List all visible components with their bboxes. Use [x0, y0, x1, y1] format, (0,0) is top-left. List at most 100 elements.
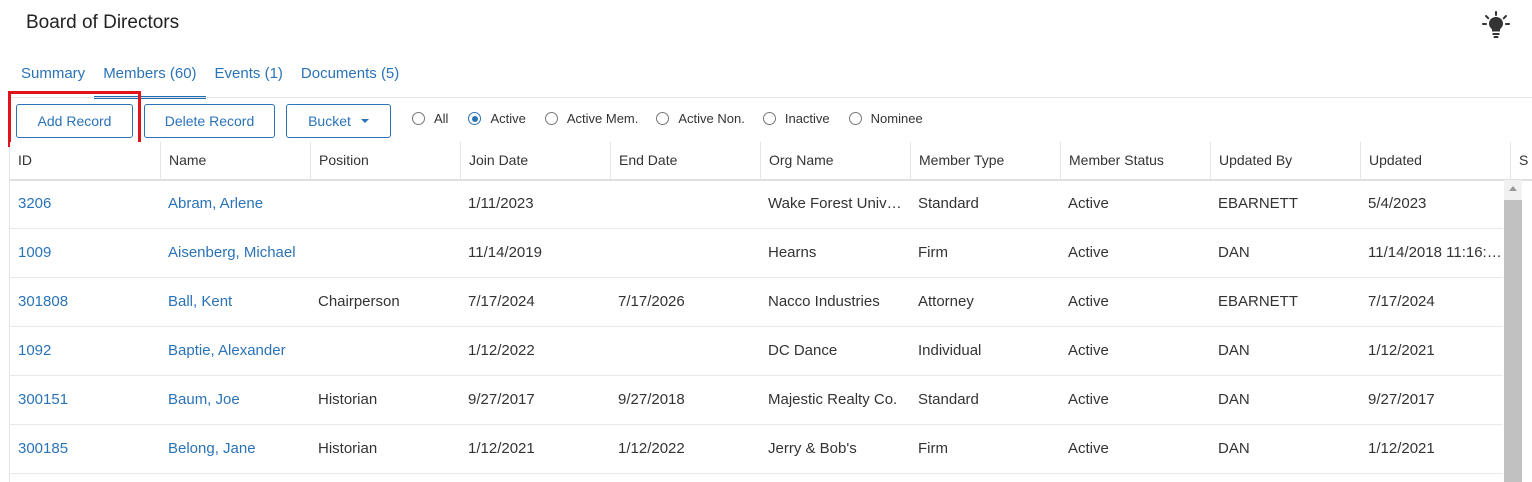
table-row[interactable]: 3206 Abram, Arlene 1/11/2023 Wake Forest… — [10, 180, 1503, 229]
filter-active-label: Active — [490, 111, 526, 126]
table-row[interactable]: 1092 Baptie, Alexander 1/12/2022 DC Danc… — [10, 327, 1503, 376]
filter-inactive-label: Inactive — [784, 111, 830, 126]
radio-circle — [656, 112, 670, 125]
radio-circle — [544, 112, 558, 125]
column-header-id[interactable]: ID — [10, 142, 160, 179]
cell-org-name: Jerry & Bob's — [768, 440, 857, 457]
cell-end-date — [610, 180, 760, 228]
cell-end-date: 9/27/2018 — [618, 391, 685, 408]
cell-org-name: DC Dance — [768, 342, 838, 359]
cell-member-status: Active — [1068, 293, 1109, 310]
scroll-up-arrow-icon[interactable] — [1509, 186, 1517, 191]
cell-updated-by: EBARNETT — [1218, 293, 1299, 310]
column-header-updated-by[interactable]: Updated By — [1210, 142, 1360, 179]
radio-circle — [848, 112, 862, 125]
radio-circle — [412, 112, 425, 125]
cell-join-date: 11/14/2019 — [468, 244, 542, 261]
cell-end-date: 1/12/2022 — [618, 440, 685, 457]
cell-updated: 11/14/2018 11:16:00 AM — [1368, 244, 1510, 261]
cell-id-link[interactable]: 3206 — [10, 180, 160, 228]
cell-updated: 1/12/2021 — [1368, 342, 1435, 359]
cell-member-type: Firm — [918, 440, 948, 457]
cell-end-date — [610, 327, 760, 375]
tab-members[interactable]: Members (60) — [94, 62, 206, 99]
column-header-end-date[interactable]: End Date — [610, 142, 760, 179]
filter-active-non-label: Active Non. — [678, 111, 745, 126]
delete-record-button[interactable]: Delete Record — [144, 104, 275, 138]
filter-nominee-radio[interactable]: Nominee — [848, 111, 923, 126]
cell-end-date — [610, 229, 760, 277]
cell-name-link[interactable]: Ball, Kent — [160, 278, 310, 326]
filter-active-mem-radio[interactable]: Active Mem. — [544, 111, 638, 126]
cell-position — [310, 180, 460, 228]
cell-member-status: Active — [1068, 440, 1109, 457]
filter-nominee-label: Nominee — [870, 111, 923, 126]
cell-member-status: Active — [1068, 391, 1109, 408]
filter-active-non-radio[interactable]: Active Non. — [656, 111, 745, 126]
cell-name-link[interactable]: Baptie, Alexander — [160, 327, 310, 375]
cell-updated: 9/27/2017 — [1368, 391, 1435, 408]
tab-events[interactable]: Events (1) — [206, 62, 292, 99]
cell-updated: 7/17/2024 — [1368, 293, 1435, 310]
cell-id-link[interactable]: 1092 — [10, 327, 160, 375]
toolbar: Add Record Delete Record Bucket — [16, 104, 402, 138]
cell-join-date: 1/12/2021 — [468, 440, 535, 457]
radio-circle — [762, 112, 776, 125]
tab-documents[interactable]: Documents (5) — [292, 62, 408, 99]
table-header: ID Name Position Join Date End Date Org … — [10, 142, 1532, 181]
vertical-scrollbar[interactable] — [1504, 180, 1522, 482]
table-row[interactable]: 300151 Baum, Joe Historian 9/27/2017 9/2… — [10, 376, 1503, 425]
cell-position: Chairperson — [318, 293, 400, 310]
status-filter-group: All Active Active Mem. Active Non. Inact… — [412, 111, 923, 126]
add-record-button[interactable]: Add Record — [16, 104, 133, 138]
cell-id-link[interactable]: 1009 — [10, 229, 160, 277]
table-row[interactable]: 300185 Belong, Jane Historian 1/12/2021 … — [10, 425, 1503, 474]
tabs-divider — [10, 97, 1532, 98]
cell-name-link[interactable]: Aisenberg, Michael — [160, 229, 310, 277]
table-row[interactable]: 301808 Ball, Kent Chairperson 7/17/2024 … — [10, 278, 1503, 327]
column-header-name[interactable]: Name — [160, 142, 310, 179]
filter-all-radio[interactable]: All — [412, 111, 448, 126]
cell-updated: 1/12/2021 — [1368, 440, 1435, 457]
column-header-member-status[interactable]: Member Status — [1060, 142, 1210, 179]
cell-name-link[interactable]: Belong, Jane — [160, 425, 310, 473]
column-header-updated[interactable]: Updated — [1360, 142, 1510, 179]
radio-circle — [468, 112, 482, 125]
cell-member-type: Standard — [918, 195, 979, 212]
cell-updated-by: EBARNETT — [1218, 195, 1299, 212]
bucket-label: Bucket — [308, 113, 351, 129]
cell-updated-by: DAN — [1218, 244, 1250, 261]
cell-id-link[interactable]: 300151 — [10, 376, 160, 424]
cell-id-link[interactable]: 301808 — [10, 278, 160, 326]
caret-down-icon — [360, 119, 369, 123]
cell-name-link[interactable]: Baum, Joe — [160, 376, 310, 424]
cell-join-date: 1/11/2023 — [468, 195, 534, 212]
cell-position: Historian — [318, 391, 378, 408]
column-header-org-name[interactable]: Org Name — [760, 142, 910, 179]
filter-inactive-radio[interactable]: Inactive — [762, 111, 830, 126]
cell-updated-by: DAN — [1218, 342, 1250, 359]
cell-updated-by: DAN — [1218, 391, 1250, 408]
cell-position — [310, 327, 460, 375]
bucket-dropdown-button[interactable]: Bucket — [286, 104, 391, 138]
cell-org-name: Nacco Industries — [768, 293, 880, 310]
cell-id-link[interactable]: 300185 — [10, 425, 160, 473]
scrollbar-thumb[interactable] — [1504, 200, 1522, 482]
column-header-position[interactable]: Position — [310, 142, 460, 179]
filter-active-radio[interactable]: Active — [468, 111, 526, 126]
column-header-s[interactable]: S — [1510, 142, 1532, 179]
column-header-member-type[interactable]: Member Type — [910, 142, 1060, 179]
cell-member-type: Attorney — [918, 293, 974, 310]
cell-position — [310, 229, 460, 277]
cell-member-type: Firm — [918, 244, 948, 261]
cell-join-date: 1/12/2022 — [468, 342, 535, 359]
cell-name-link[interactable]: Abram, Arlene — [160, 180, 310, 228]
lightbulb-icon[interactable] — [1482, 11, 1510, 39]
cell-position: Historian — [318, 440, 378, 457]
add-record-label: Add Record — [37, 113, 112, 129]
delete-record-label: Delete Record — [164, 113, 255, 129]
page-title: Board of Directors — [26, 12, 180, 33]
column-header-join-date[interactable]: Join Date — [460, 142, 610, 179]
table-row[interactable]: 1009 Aisenberg, Michael 11/14/2019 Hearn… — [10, 229, 1510, 278]
tab-summary[interactable]: Summary — [12, 62, 94, 99]
